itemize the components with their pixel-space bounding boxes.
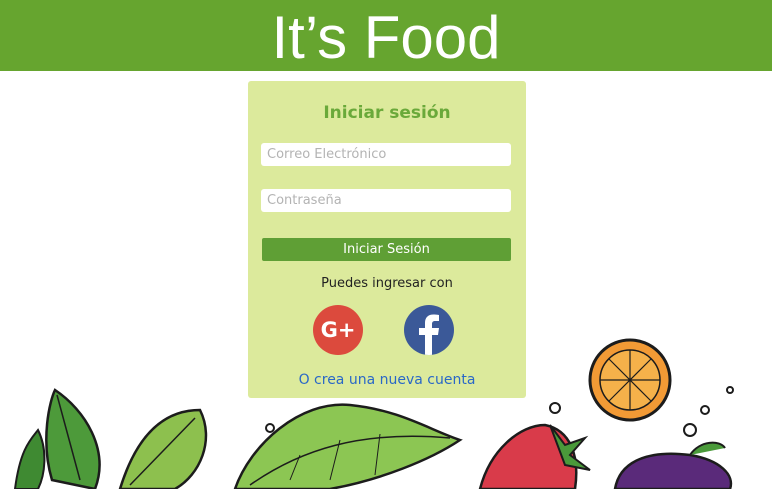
- social-login-text: Puedes ingresar con: [321, 276, 453, 291]
- eggplant: [613, 441, 733, 489]
- app-title: It’s Food: [271, 4, 501, 71]
- google-plus-icon: G+: [320, 318, 356, 342]
- google-plus-button[interactable]: G+: [313, 305, 363, 355]
- facebook-icon: [419, 314, 439, 355]
- leaf-left-2: [118, 408, 208, 489]
- login-card: Iniciar sesión Iniciar Sesión Puedes ing…: [248, 81, 526, 398]
- login-button[interactable]: Iniciar Sesión: [262, 238, 511, 261]
- create-account-link[interactable]: O crea una nueva cuenta: [248, 372, 526, 388]
- email-input[interactable]: [261, 143, 511, 166]
- login-title: Iniciar sesión: [323, 103, 451, 123]
- facebook-button[interactable]: [404, 305, 454, 355]
- leaf-left-1: [45, 388, 101, 489]
- leaf-left-3: [13, 428, 46, 489]
- strawberry: [478, 423, 591, 489]
- orange-slice: [588, 338, 672, 422]
- leaf-center: [233, 403, 463, 489]
- header-bar: It’s Food: [0, 0, 772, 71]
- password-input[interactable]: [261, 189, 511, 212]
